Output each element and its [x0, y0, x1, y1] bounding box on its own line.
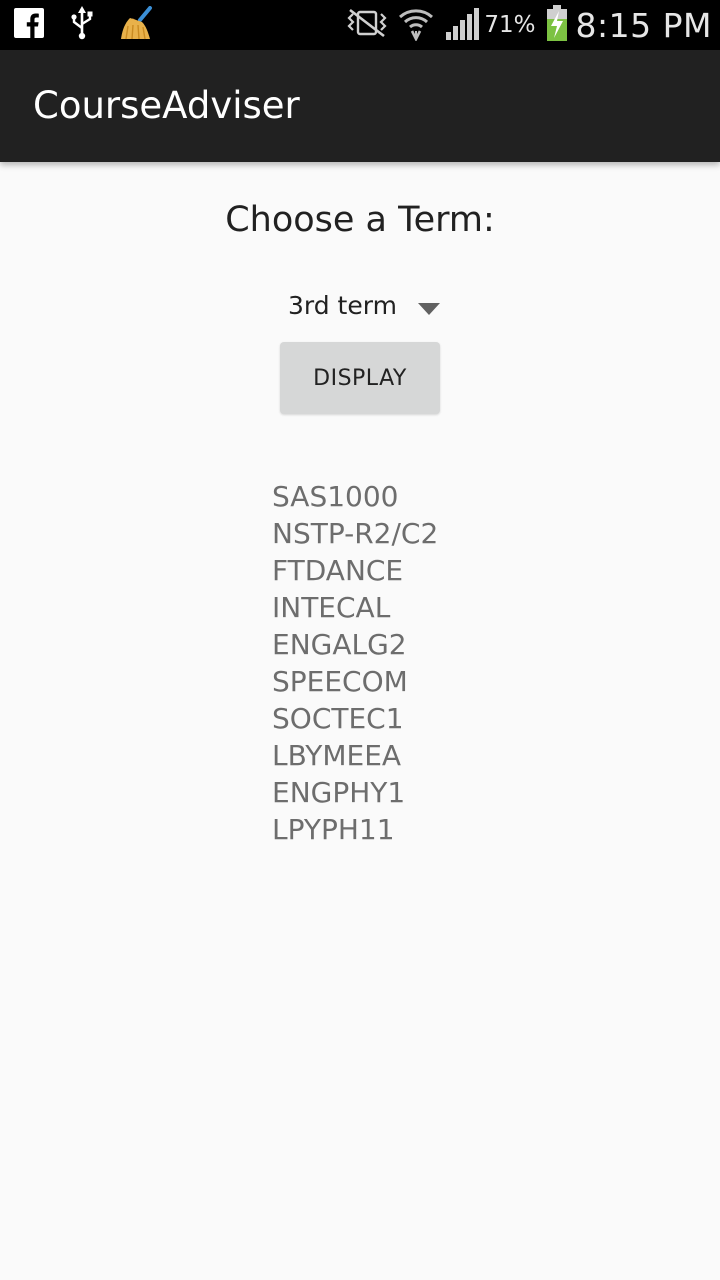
- wifi-icon: [398, 5, 434, 45]
- term-spinner[interactable]: 3rd term: [278, 282, 450, 332]
- usb-icon: [70, 6, 94, 44]
- mute-vibrate-icon: [346, 8, 388, 42]
- term-prompt-label: Choose a Term:: [225, 200, 495, 240]
- list-item: ENGALG2: [272, 628, 407, 661]
- list-item: LBYMEEA: [272, 739, 402, 772]
- list-item: LPYPH11: [272, 813, 395, 846]
- broom-icon: [120, 6, 154, 44]
- facebook-icon: [14, 8, 44, 42]
- signal-icon: [444, 6, 480, 44]
- list-item: FTDANCE: [272, 554, 404, 587]
- app-title: CourseAdviser: [33, 84, 300, 127]
- battery-charging-icon: [546, 5, 568, 45]
- system-status: 71% 8:15 PM: [336, 5, 712, 45]
- list-item: NSTP-R2/C2: [272, 517, 439, 550]
- list-item: INTECAL: [272, 591, 391, 624]
- list-item: SPEECOM: [272, 665, 408, 698]
- course-list: SAS1000 NSTP-R2/C2 FTDANCE INTECAL ENGAL…: [272, 478, 438, 848]
- list-item: SAS1000: [272, 480, 399, 513]
- notification-icons: [14, 6, 154, 44]
- term-spinner-value: 3rd term: [288, 291, 397, 320]
- clock: 8:15 PM: [575, 5, 712, 45]
- app-bar: CourseAdviser: [0, 50, 720, 162]
- list-item: SOCTEC1: [272, 702, 404, 735]
- list-item: ENGPHY1: [272, 776, 406, 809]
- display-button[interactable]: DISPLAY: [280, 342, 440, 414]
- battery-percent: 71%: [484, 12, 536, 38]
- dropdown-arrow-icon: [418, 300, 440, 319]
- status-bar: 71% 8:15 PM: [0, 0, 720, 50]
